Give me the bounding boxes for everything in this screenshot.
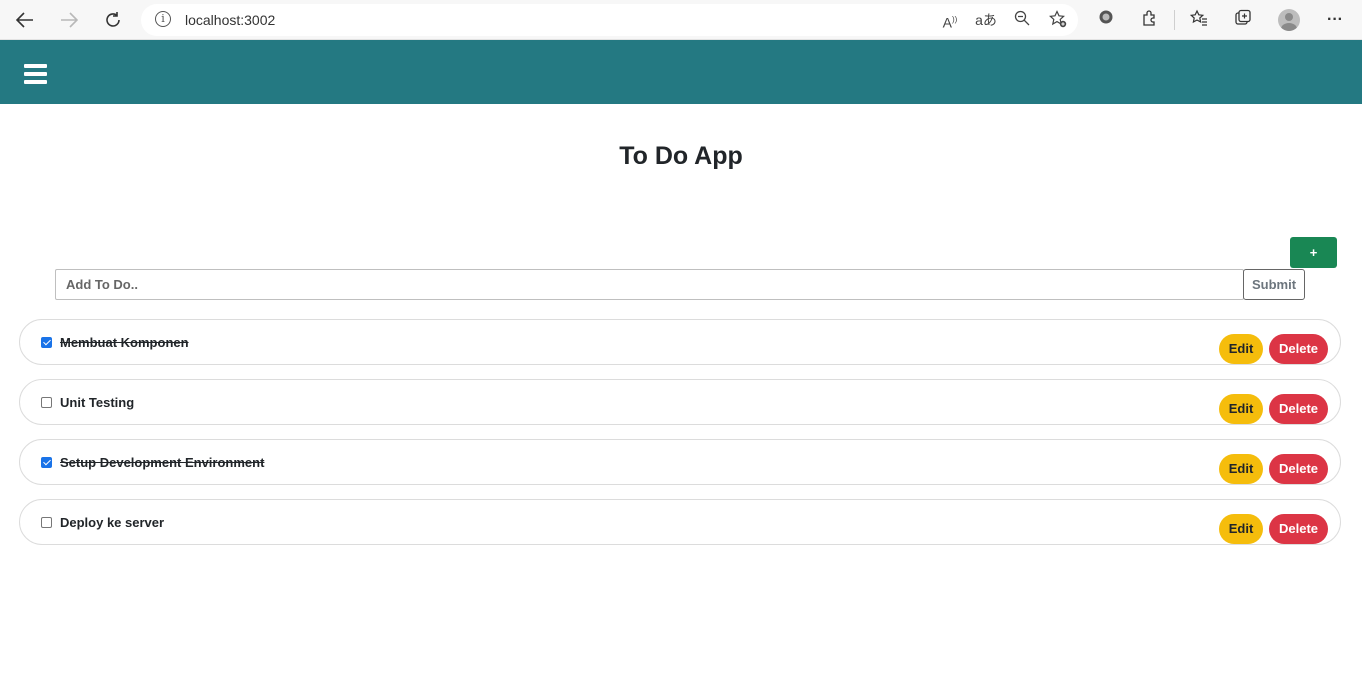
- delete-button[interactable]: Delete: [1269, 454, 1328, 484]
- todo-text: Unit Testing: [60, 395, 135, 410]
- read-aloud-icon[interactable]: A)): [939, 10, 961, 31]
- todo-item: Setup Development Environment Edit Delet…: [19, 439, 1341, 485]
- delete-button[interactable]: Delete: [1269, 514, 1328, 544]
- extension-circle-icon[interactable]: [1095, 9, 1117, 31]
- zoom-out-icon[interactable]: [1011, 10, 1033, 30]
- page-title: To Do App: [619, 142, 743, 170]
- delete-button[interactable]: Delete: [1269, 394, 1328, 424]
- todo-list: Membuat Komponen Edit Delete Unit Testin…: [19, 319, 1341, 559]
- todo-checkbox[interactable]: [41, 517, 52, 528]
- favorites-icon[interactable]: [1188, 9, 1210, 31]
- edit-button[interactable]: Edit: [1219, 514, 1263, 544]
- browser-toolbar: i localhost:3002 A)) aあ ···: [0, 0, 1362, 40]
- forward-icon[interactable]: [55, 6, 83, 34]
- todo-checkbox[interactable]: [41, 397, 52, 408]
- app-header: [0, 40, 1362, 104]
- add-todo-button[interactable]: +: [1290, 237, 1337, 268]
- info-icon[interactable]: i: [155, 11, 171, 27]
- edit-button[interactable]: Edit: [1219, 394, 1263, 424]
- todo-item: Membuat Komponen Edit Delete: [19, 319, 1341, 365]
- delete-button[interactable]: Delete: [1269, 334, 1328, 364]
- edit-button[interactable]: Edit: [1219, 334, 1263, 364]
- edit-button[interactable]: Edit: [1219, 454, 1263, 484]
- add-favorite-icon[interactable]: [1047, 10, 1069, 30]
- todo-text: Membuat Komponen: [60, 335, 189, 350]
- url-text[interactable]: localhost:3002: [185, 12, 275, 28]
- back-icon[interactable]: [11, 6, 39, 34]
- todo-checkbox[interactable]: [41, 337, 52, 348]
- hamburger-icon[interactable]: [24, 64, 47, 84]
- more-icon[interactable]: ···: [1324, 9, 1346, 31]
- translate-icon[interactable]: aあ: [975, 10, 997, 30]
- toolbar-divider: [1174, 10, 1175, 30]
- todo-text: Deploy ke server: [60, 515, 165, 530]
- extensions-icon[interactable]: [1139, 9, 1161, 31]
- add-todo-input[interactable]: [55, 269, 1244, 300]
- todo-item: Deploy ke server Edit Delete: [19, 499, 1341, 545]
- refresh-icon[interactable]: [99, 6, 127, 34]
- profile-icon[interactable]: [1278, 9, 1300, 31]
- todo-checkbox[interactable]: [41, 457, 52, 468]
- todo-item: Unit Testing Edit Delete: [19, 379, 1341, 425]
- todo-text: Setup Development Environment: [60, 455, 265, 470]
- collections-icon[interactable]: [1232, 9, 1254, 31]
- address-bar[interactable]: i localhost:3002 A)) aあ: [141, 4, 1078, 36]
- submit-button[interactable]: Submit: [1243, 269, 1305, 300]
